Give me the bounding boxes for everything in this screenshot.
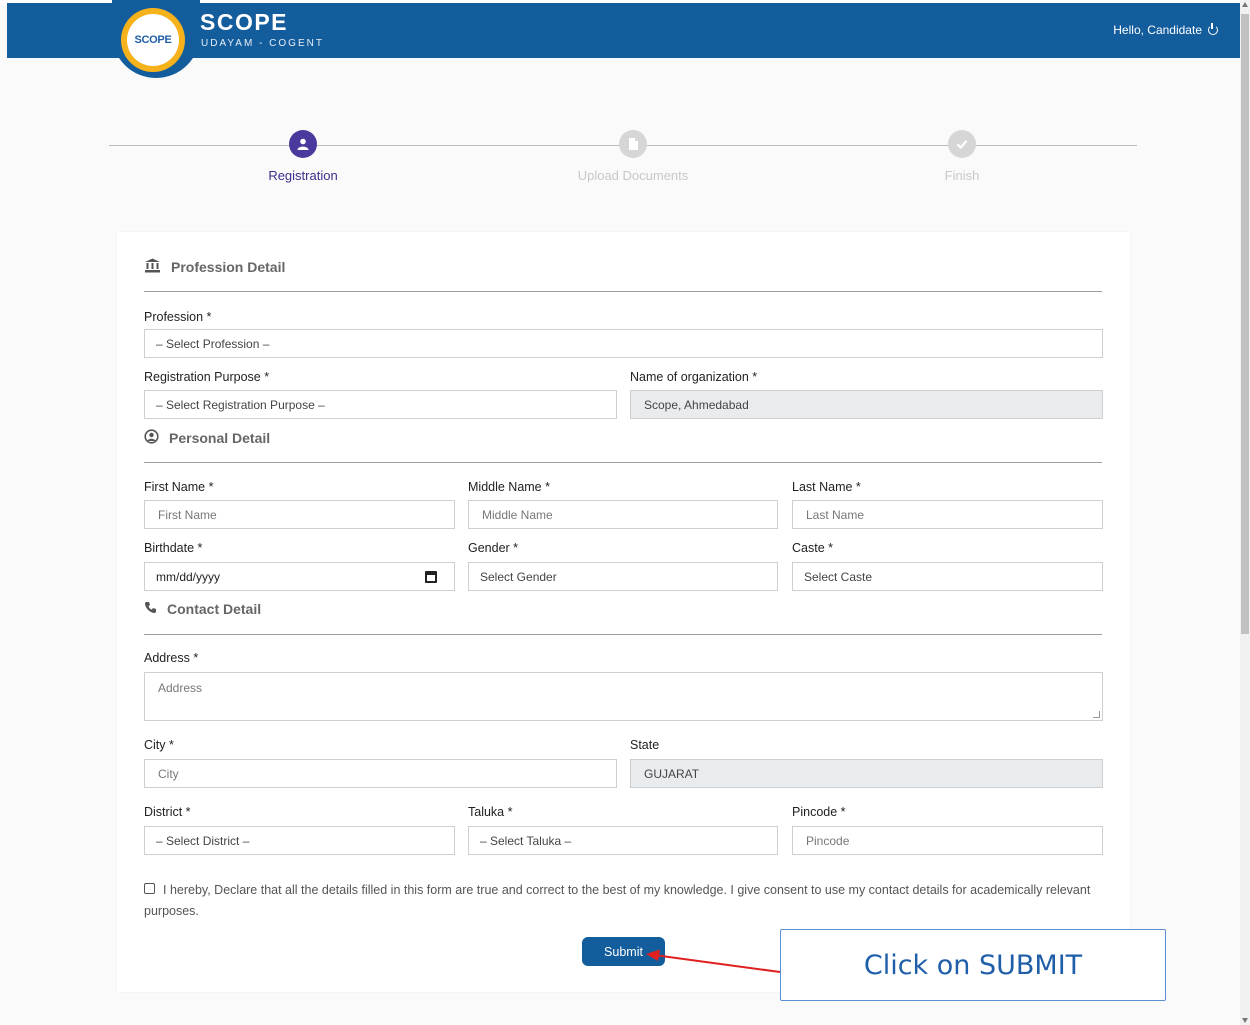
user-icon: [289, 130, 317, 158]
personal-section-header: Personal Detail: [144, 429, 270, 447]
city-label: City *: [144, 738, 174, 752]
last-name-input[interactable]: Last Name: [792, 500, 1103, 529]
callout-box: Click on SUBMIT: [780, 929, 1166, 1001]
section-title: Contact Detail: [167, 601, 262, 617]
pincode-placeholder: Pincode: [806, 833, 850, 848]
district-select[interactable]: – Select District –: [144, 826, 455, 855]
last-name-label: Last Name *: [792, 480, 861, 494]
greeting-text: Hello, Candidate: [1113, 23, 1202, 37]
state-field: GUJARAT: [630, 759, 1103, 788]
birthdate-value: mm/dd/yyyy: [156, 569, 221, 584]
page: SCOPE SCOPE UDAYAM - COGENT Hello, Candi…: [0, 0, 1250, 1025]
registration-purpose-label: Registration Purpose *: [144, 370, 270, 384]
middle-name-input[interactable]: Middle Name: [468, 500, 778, 529]
state-label: State: [630, 738, 660, 752]
state-value: GUJARAT: [644, 766, 700, 781]
profession-select[interactable]: – Select Profession –: [144, 329, 1103, 358]
step-label: Registration: [268, 168, 338, 183]
registration-purpose-value: – Select Registration Purpose –: [156, 397, 325, 412]
declaration-checkbox[interactable]: [144, 883, 155, 894]
document-icon: [619, 130, 647, 158]
middle-name-placeholder: Middle Name: [482, 507, 553, 522]
caste-label: Caste *: [792, 541, 833, 555]
power-icon[interactable]: [1208, 23, 1218, 35]
taluka-select[interactable]: – Select Taluka –: [468, 826, 778, 855]
user-circle-icon: [144, 429, 159, 447]
check-icon: [948, 130, 976, 158]
declaration-text: I hereby, Declare that all the details f…: [144, 883, 1091, 918]
gender-value: Select Gender: [480, 569, 557, 584]
district-value: – Select District –: [156, 833, 250, 848]
birthdate-label: Birthdate *: [144, 541, 203, 555]
gender-select[interactable]: Select Gender: [468, 562, 778, 591]
first-name-input[interactable]: First Name: [144, 500, 455, 529]
section-divider: [144, 634, 1102, 635]
pincode-label: Pincode *: [792, 805, 846, 819]
pincode-input[interactable]: Pincode: [792, 826, 1103, 855]
step-finish: Finish: [862, 130, 1062, 183]
scrollbar-thumb[interactable]: [1241, 14, 1249, 634]
registration-purpose-select[interactable]: – Select Registration Purpose –: [144, 390, 617, 419]
logo-text: SCOPE: [134, 34, 172, 46]
city-placeholder: City: [158, 766, 179, 781]
taluka-label: Taluka *: [468, 805, 513, 819]
organization-value: Scope, Ahmedabad: [644, 397, 749, 412]
step-upload-documents: Upload Documents: [533, 130, 733, 183]
caste-value: Select Caste: [804, 569, 873, 584]
birthdate-input[interactable]: mm/dd/yyyy: [144, 562, 455, 591]
address-textarea[interactable]: Address: [144, 672, 1103, 721]
caste-select[interactable]: Select Caste: [792, 562, 1103, 591]
first-name-placeholder: First Name: [158, 507, 217, 522]
bank-icon: [144, 258, 161, 276]
profession-label: Profession *: [144, 310, 212, 324]
section-title: Profession Detail: [171, 259, 286, 275]
user-menu[interactable]: Hello, Candidate: [1113, 23, 1218, 37]
step-registration: Registration: [203, 130, 403, 183]
callout-text: Click on SUBMIT: [863, 949, 1083, 981]
last-name-placeholder: Last Name: [806, 507, 865, 522]
organization-field: Scope, Ahmedabad: [630, 390, 1103, 419]
address-placeholder: Address: [158, 681, 203, 695]
submit-label: Submit: [604, 944, 643, 959]
step-label: Upload Documents: [577, 168, 689, 183]
annotation-arrow: [646, 949, 781, 973]
district-label: District *: [144, 805, 191, 819]
first-name-label: First Name *: [144, 480, 214, 494]
contact-section-header: Contact Detail: [144, 601, 261, 617]
city-input[interactable]: City: [144, 759, 617, 788]
section-divider: [144, 462, 1102, 463]
scroll-down-arrow[interactable]: [1242, 1018, 1248, 1023]
middle-name-label: Middle Name *: [468, 480, 550, 494]
brand-subtitle: UDAYAM - COGENT: [201, 38, 324, 49]
logo[interactable]: SCOPE: [127, 14, 179, 66]
section-title: Personal Detail: [169, 430, 271, 446]
taluka-value: – Select Taluka –: [480, 833, 572, 848]
phone-icon: [144, 601, 157, 617]
resize-handle-icon[interactable]: [1093, 711, 1100, 718]
address-label: Address *: [144, 651, 199, 665]
gender-label: Gender *: [468, 541, 519, 555]
section-divider: [144, 291, 1102, 292]
brand-title: SCOPE: [200, 9, 289, 35]
calendar-icon[interactable]: [425, 571, 437, 583]
profession-section-header: Profession Detail: [144, 258, 285, 276]
step-label: Finish: [944, 168, 980, 183]
profession-select-value: – Select Profession –: [156, 336, 270, 351]
scroll-up-arrow[interactable]: [1242, 2, 1248, 7]
organization-label: Name of organization *: [630, 370, 758, 384]
scrollbar[interactable]: [1240, 0, 1250, 1025]
